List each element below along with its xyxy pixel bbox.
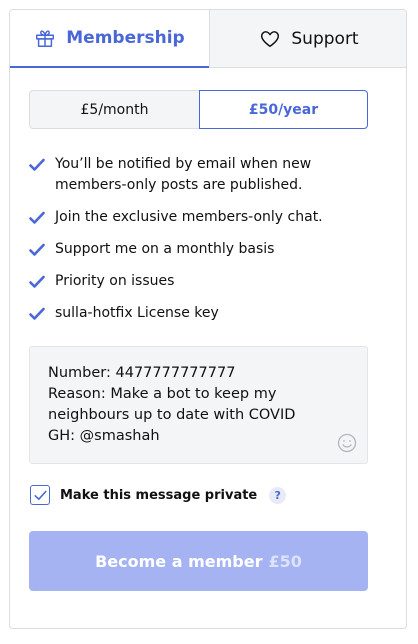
smiley-icon[interactable] <box>337 433 357 453</box>
benefit-text: You’ll be notified by email when new mem… <box>55 156 312 193</box>
tab-membership-label: Membership <box>66 28 185 48</box>
check-icon <box>29 275 45 289</box>
private-checkbox[interactable] <box>30 485 50 505</box>
become-member-label: Become a member <box>95 551 263 571</box>
benefit-item: You’ll be notified by email when new mem… <box>29 154 369 196</box>
private-checkbox-label[interactable]: Make this message private <box>60 488 257 503</box>
tab-bar: Membership Support <box>10 10 406 68</box>
benefit-item: sulla-hotfix License key <box>29 303 369 324</box>
heart-icon <box>259 28 281 50</box>
check-icon <box>29 211 45 225</box>
message-textarea[interactable]: Number: 4477777777777 Reason: Make a bot… <box>29 346 368 464</box>
tab-support[interactable]: Support <box>209 10 406 68</box>
benefit-text: sulla-hotfix License key <box>55 305 219 321</box>
benefits-list: You’ll be notified by email when new mem… <box>29 154 369 335</box>
check-icon <box>29 158 45 172</box>
tab-support-label: Support <box>291 28 359 49</box>
gift-icon <box>34 27 56 49</box>
benefit-text: Priority on issues <box>55 273 175 289</box>
benefit-text: Support me on a monthly basis <box>55 241 275 257</box>
period-monthly-option[interactable]: £5/month <box>29 90 199 129</box>
benefit-item: Join the exclusive members-only chat. <box>29 207 369 228</box>
benefit-text: Join the exclusive members-only chat. <box>55 209 323 225</box>
become-member-button[interactable]: Become a member £50 <box>29 531 368 591</box>
help-icon[interactable]: ? <box>269 486 287 504</box>
benefit-item: Support me on a monthly basis <box>29 239 369 260</box>
become-member-price: £50 <box>268 551 302 571</box>
message-text[interactable]: Number: 4477777777777 Reason: Make a bot… <box>48 363 338 447</box>
check-icon <box>29 307 45 321</box>
billing-period-toggle: £5/month £50/year <box>29 90 368 129</box>
check-icon <box>29 243 45 257</box>
period-yearly-option[interactable]: £50/year <box>199 90 368 129</box>
benefit-item: Priority on issues <box>29 271 369 292</box>
tab-membership[interactable]: Membership <box>10 10 209 68</box>
private-message-row: Make this message private ? <box>30 484 287 506</box>
